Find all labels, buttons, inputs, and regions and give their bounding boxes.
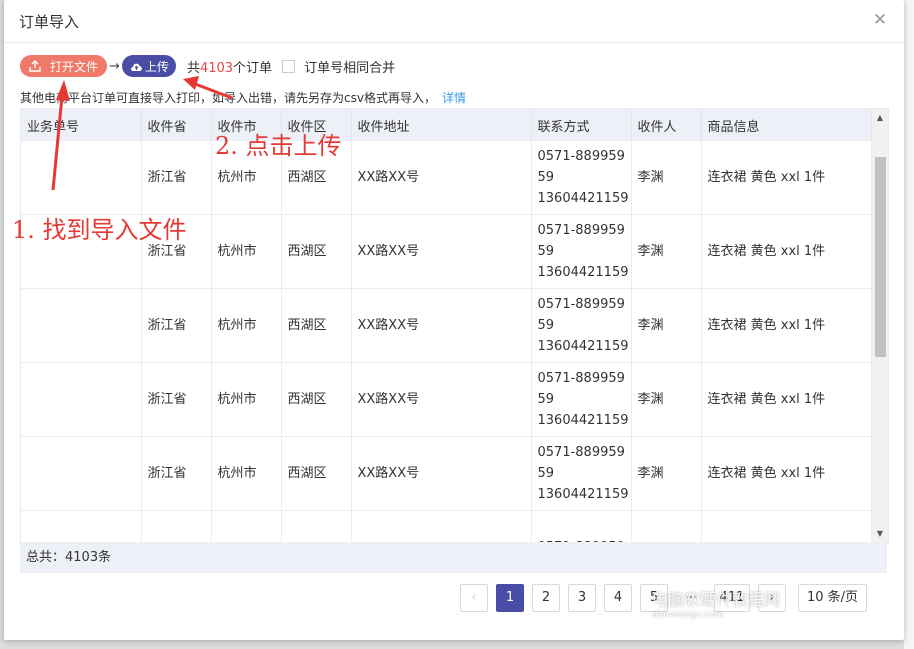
watermark-brand: 电脑软硬件教程网 [652, 590, 781, 609]
site-watermark: 电脑软硬件教程网 dianxiaogu.com [652, 586, 780, 620]
arrow-to-open-file [51, 85, 65, 191]
arrowhead-open-file [56, 80, 70, 101]
annotation-step1: 1. 找到导入文件 [12, 216, 187, 244]
watermark-url: dianxiaogu.com [652, 610, 724, 620]
annotation-arrows [51, 76, 233, 191]
annotation-step2: 2. 点击上传 [215, 132, 342, 160]
arrowhead-upload [183, 76, 199, 90]
